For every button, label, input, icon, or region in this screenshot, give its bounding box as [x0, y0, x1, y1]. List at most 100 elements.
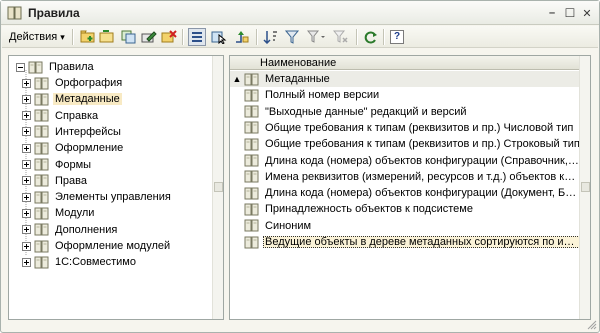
tree-item[interactable]: 1С:Совместимо — [22, 254, 138, 270]
tree-item-label: Интерфейсы — [55, 125, 121, 138]
hierarchy-icon — [192, 32, 202, 42]
row-name-cell: Длина кода (номера) объектов конфигураци… — [265, 154, 580, 167]
tree-scrollbar[interactable] — [212, 56, 223, 319]
add-item-button[interactable] — [98, 28, 116, 46]
tree-item[interactable]: Орфография — [22, 75, 124, 91]
toolbar: Действия ▾ ? — [2, 26, 598, 48]
list-row[interactable]: Длина кода (номера) объектов конфигураци… — [230, 185, 580, 201]
tree-item-label: Дополнения — [55, 223, 118, 236]
row-name-cell: Длина кода (номера) объектов конфигураци… — [265, 187, 580, 200]
expand-icon[interactable] — [22, 225, 31, 235]
resize-grip-icon[interactable] — [587, 320, 597, 330]
book-icon — [244, 170, 259, 183]
book-icon — [244, 187, 259, 200]
row-name-cell: Ведущие объекты в дереве метаданных сорт… — [263, 236, 580, 248]
list-scrollbar[interactable] — [579, 56, 590, 319]
row-name-cell: Полный номер версии — [265, 89, 380, 102]
tree-root[interactable]: Правила — [16, 59, 96, 75]
expand-icon[interactable] — [22, 127, 31, 137]
tree-item-label: Орфография — [55, 77, 123, 89]
tree-item[interactable]: Справка — [22, 108, 100, 124]
expand-icon[interactable] — [22, 78, 31, 88]
minimize-button[interactable]: – — [544, 5, 560, 21]
book-icon — [34, 77, 49, 89]
tree-item[interactable]: Интерфейсы — [22, 124, 123, 140]
tree-view-toggle[interactable] — [188, 28, 206, 46]
toolbar-separator — [256, 29, 257, 45]
tree-item-label: Модули — [55, 207, 95, 220]
refresh-button[interactable] — [362, 28, 380, 46]
tree-item-label: Права — [55, 174, 87, 187]
row-name-cell: Принадлежность объектов к подсистеме — [265, 203, 473, 216]
expand-icon[interactable] — [22, 208, 31, 218]
maximize-button[interactable]: ☐ — [562, 5, 578, 21]
rules-tree-panel[interactable]: Правила Орфография Метаданные Справка Интерф… — [8, 55, 224, 320]
book-icon — [244, 236, 259, 248]
expand-icon[interactable] — [22, 192, 31, 202]
list-row[interactable]: Общие требования к типам (реквизитов и п… — [230, 120, 580, 136]
tree-item[interactable]: Дополнения — [22, 222, 119, 238]
list-row[interactable]: "Выходные данные" редакций и версий — [230, 104, 580, 120]
book-icon — [34, 174, 49, 187]
tree-item[interactable]: Права — [22, 173, 89, 189]
tree-item[interactable]: Модули — [22, 205, 96, 221]
expand-icon[interactable] — [22, 143, 31, 153]
add-group-button[interactable] — [79, 28, 97, 46]
list-row[interactable]: Синоним — [230, 218, 580, 234]
expand-icon[interactable] — [22, 94, 31, 104]
title-bar[interactable]: Правила – ☐ ✕ — [1, 1, 599, 25]
tree-item[interactable]: Элементы управления — [22, 189, 173, 205]
list-row[interactable]: Длина кода (номера) объектов конфигураци… — [230, 153, 580, 169]
book-icon — [244, 73, 259, 85]
edit-button[interactable] — [140, 28, 158, 46]
list-row[interactable]: Имена реквизитов (измерений, ресурсов и … — [230, 169, 580, 185]
select-button[interactable] — [210, 28, 228, 46]
collapse-icon[interactable] — [16, 62, 25, 72]
row-name-cell: Общие требования к типам (реквизитов и п… — [265, 121, 574, 134]
actions-label: Действия — [9, 31, 58, 43]
list-row[interactable]: Принадлежность объектов к подсистеме — [230, 201, 580, 217]
expand-icon[interactable] — [22, 176, 31, 186]
book-icon — [244, 105, 259, 118]
cursor-icon — [211, 31, 227, 44]
expand-icon[interactable] — [22, 160, 31, 169]
list-row[interactable]: ▲ Метаданные — [230, 71, 580, 87]
add-element-icon — [99, 30, 114, 43]
toolbar-separator — [182, 29, 183, 45]
tree-scrollbar-thumb[interactable] — [214, 182, 223, 192]
toolbar-separator — [72, 29, 73, 45]
sort-button[interactable] — [262, 28, 280, 46]
list-row[interactable]: Полный номер версии — [230, 87, 580, 103]
level-up-icon — [236, 31, 249, 43]
actions-menu[interactable]: Действия ▾ — [5, 28, 69, 46]
filter-button[interactable] — [284, 28, 302, 46]
book-icon — [244, 138, 259, 151]
clear-filter-button[interactable] — [332, 28, 350, 46]
filter-off-icon — [333, 30, 348, 43]
expand-icon[interactable] — [22, 111, 31, 121]
row-pointer-icon: ▲ — [232, 74, 242, 84]
list-row[interactable]: Общие требования к типам (реквизитов и п… — [230, 136, 580, 152]
chevron-down-icon: ▾ — [60, 31, 65, 42]
list-scrollbar-thumb[interactable] — [581, 182, 590, 192]
copy-button[interactable] — [120, 28, 138, 46]
tree-item[interactable]: Формы — [22, 157, 93, 173]
delete-button[interactable] — [160, 28, 178, 46]
tree-item-label: Оформление модулей — [55, 240, 171, 252]
filter-options-button[interactable] — [306, 28, 328, 46]
expand-icon[interactable] — [22, 241, 31, 251]
tree-item[interactable]: Оформление — [22, 140, 125, 156]
expand-icon[interactable] — [22, 257, 31, 267]
filter-list-icon — [307, 30, 325, 43]
tree-item[interactable]: Оформление модулей — [22, 238, 172, 254]
row-name-cell: "Выходные данные" редакций и версий — [265, 105, 467, 118]
list-row[interactable]: Ведущие объекты в дереве метаданных сорт… — [230, 234, 580, 250]
column-header-name[interactable]: Наименование — [230, 56, 580, 70]
book-icon — [34, 125, 49, 138]
close-button[interactable]: ✕ — [579, 5, 595, 21]
level-up-button[interactable] — [232, 28, 250, 46]
tree-item[interactable]: Метаданные — [22, 91, 122, 107]
help-button[interactable]: ? — [388, 28, 406, 46]
book-icon — [34, 158, 49, 171]
rules-list-panel[interactable]: Наименование ▲ Метаданные Полный номер вер… — [229, 55, 591, 320]
